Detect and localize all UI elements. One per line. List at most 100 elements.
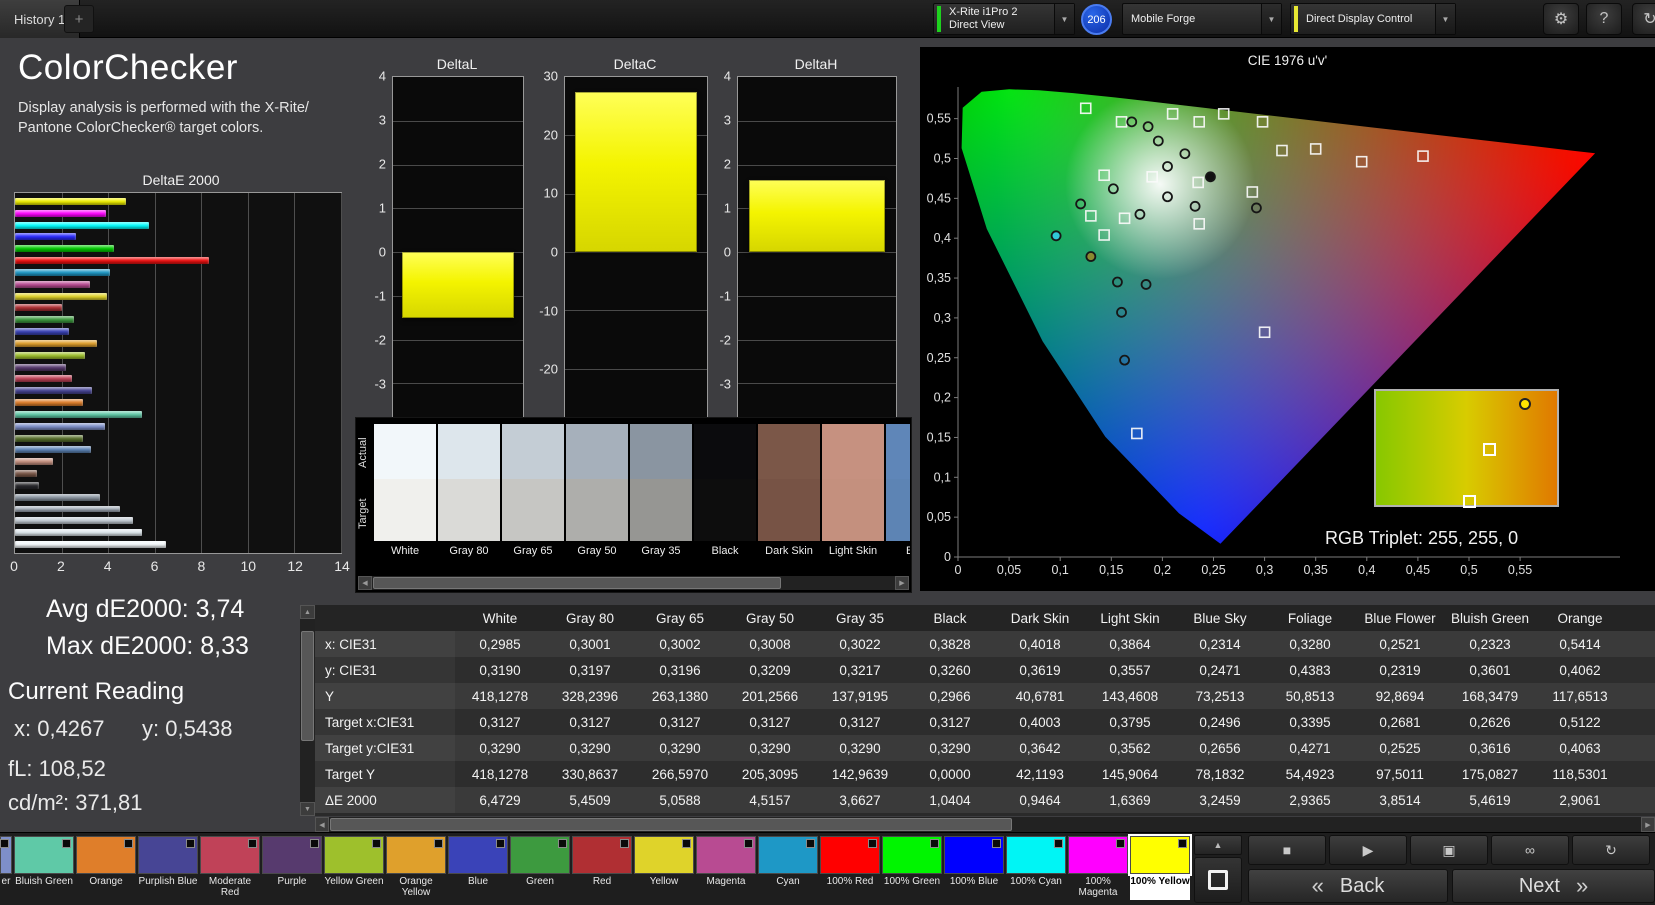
scroll-down-icon[interactable]: ▼ — [300, 802, 315, 816]
loop-button[interactable]: ↻ — [1572, 835, 1650, 865]
patch-cyan[interactable]: Cyan — [758, 836, 818, 904]
patch-100-blue[interactable]: 100% Blue — [944, 836, 1004, 904]
patch-scroll-up-button[interactable]: ▲ — [1194, 835, 1242, 855]
patch-color-block[interactable] — [572, 836, 632, 874]
scroll-left-icon[interactable]: ◀ — [358, 576, 372, 590]
patch-color-block[interactable] — [882, 836, 942, 874]
scroll-right-icon[interactable]: ▶ — [895, 576, 909, 590]
help-button[interactable]: ? — [1586, 3, 1622, 35]
scroll-right-icon[interactable]: ▶ — [1641, 817, 1655, 832]
display-control-selector[interactable]: Direct Display Control ▼ — [1290, 3, 1456, 35]
patch-checkbox[interactable] — [1116, 839, 1125, 848]
patch-color-block[interactable] — [944, 836, 1004, 874]
patch-color-block[interactable] — [14, 836, 74, 874]
patch-magenta[interactable]: Magenta — [696, 836, 756, 904]
swatch-gray-65[interactable]: Gray 65 — [502, 424, 564, 562]
patch-100-yellow[interactable]: 100% Yellow — [1128, 834, 1192, 904]
patch-color-block[interactable] — [696, 836, 756, 874]
patch-color-block[interactable] — [820, 836, 880, 874]
patch-color-block[interactable] — [1006, 836, 1066, 874]
patch-yellow[interactable]: Yellow — [634, 836, 694, 904]
patch-color-block[interactable] — [1128, 834, 1192, 876]
meter-selector[interactable]: X-Rite i1Pro 2 Direct View ▼ — [933, 3, 1075, 35]
session-button[interactable]: ↻ — [1632, 3, 1655, 35]
stop-button[interactable]: ■ — [1248, 835, 1326, 865]
measurement-counter-badge[interactable]: 206 — [1081, 4, 1112, 35]
patch-checkbox[interactable] — [496, 839, 505, 848]
table-vertical-scrollbar[interactable]: ▲ ▼ — [300, 605, 315, 816]
patch-checkbox[interactable] — [62, 839, 71, 848]
patch-color-block[interactable] — [200, 836, 260, 874]
swatch-dark-skin[interactable]: Dark Skin — [758, 424, 820, 562]
patch-checkbox[interactable] — [992, 839, 1001, 848]
source-selector[interactable]: Mobile Forge ▼ — [1122, 3, 1282, 35]
patch-color-block[interactable] — [262, 836, 322, 874]
patch-checkbox[interactable] — [124, 839, 133, 848]
patch-checkbox[interactable] — [248, 839, 257, 848]
patch-color-block[interactable] — [138, 836, 198, 874]
patch-color-block[interactable] — [0, 836, 12, 874]
patch-color-block[interactable] — [1068, 836, 1128, 874]
patch-checkbox[interactable] — [620, 839, 629, 848]
read-single-button[interactable]: ▣ — [1410, 835, 1488, 865]
patch-checkbox[interactable] — [930, 839, 939, 848]
back-button[interactable]: « Back — [1248, 869, 1448, 903]
patch-checkbox[interactable] — [682, 839, 691, 848]
patch-checkbox[interactable] — [558, 839, 567, 848]
patch-100-magenta[interactable]: 100% Magenta — [1068, 836, 1128, 904]
patch-green[interactable]: Green — [510, 836, 570, 904]
swatch-white[interactable]: White — [374, 424, 436, 562]
swatch-light-skin[interactable]: Light Skin — [822, 424, 884, 562]
patch-color-block[interactable] — [324, 836, 384, 874]
patch-checkbox[interactable] — [372, 839, 381, 848]
patch-bluish-green[interactable]: Bluish Green — [14, 836, 74, 904]
swatch-blue[interactable]: Blue — [886, 424, 910, 562]
scroll-left-icon[interactable]: ◀ — [315, 817, 329, 832]
patch-orange-yellow[interactable]: Orange Yellow — [386, 836, 446, 904]
patch-yellow-green[interactable]: Yellow Green — [324, 836, 384, 904]
patch-checkbox[interactable] — [806, 839, 815, 848]
patch-color-block[interactable] — [448, 836, 508, 874]
patch-100-red[interactable]: 100% Red — [820, 836, 880, 904]
table-horizontal-scrollbar[interactable]: ◀ ▶ — [315, 817, 1655, 832]
cie-diagram[interactable]: 00 0,05 0,05 0,1 0,1 0,15 0,15 0,2 0,2 0,25 0,25 0,… — [920, 47, 1655, 591]
patch-checkbox[interactable] — [0, 839, 9, 848]
swatch-gray-50[interactable]: Gray 50 — [566, 424, 628, 562]
patch-checkbox[interactable] — [744, 839, 753, 848]
patch-checkbox[interactable] — [1054, 839, 1063, 848]
scroll-up-icon[interactable]: ▲ — [300, 605, 315, 619]
patch-color-block[interactable] — [758, 836, 818, 874]
patch-color-block[interactable] — [386, 836, 446, 874]
scrollbar-thumb[interactable] — [330, 818, 1013, 831]
patch-checkbox[interactable] — [186, 839, 195, 848]
patch-purple[interactable]: Purple — [262, 836, 322, 904]
patch-blue[interactable]: Blue — [448, 836, 508, 904]
patch-window-button[interactable] — [1194, 857, 1242, 903]
patch-checkbox[interactable] — [310, 839, 319, 848]
patch-color-block[interactable] — [76, 836, 136, 874]
swatch-black[interactable]: Black — [694, 424, 756, 562]
settings-button[interactable]: ⚙ — [1543, 3, 1579, 35]
patch-orange[interactable]: Orange — [76, 836, 136, 904]
patch-purplish-blue[interactable]: Purplish Blue — [138, 836, 198, 904]
play-button[interactable]: ▶ — [1329, 835, 1407, 865]
swatch-gray-35[interactable]: Gray 35 — [630, 424, 692, 562]
patch-color-block[interactable] — [510, 836, 570, 874]
patch-checkbox[interactable] — [1178, 839, 1187, 848]
patch-color-block[interactable] — [634, 836, 694, 874]
next-button[interactable]: Next » — [1452, 869, 1655, 903]
patch-checkbox[interactable] — [868, 839, 877, 848]
read-continuous-button[interactable]: ∞ — [1491, 835, 1569, 865]
patch-red[interactable]: Red — [572, 836, 632, 904]
scrollbar-thumb[interactable] — [301, 631, 314, 741]
swatch-gray-80[interactable]: Gray 80 — [438, 424, 500, 562]
swatch-strip-scrollbar[interactable]: ◀ ▶ — [358, 576, 909, 590]
patch-100-green[interactable]: 100% Green — [882, 836, 942, 904]
patch-100-cyan[interactable]: 100% Cyan — [1006, 836, 1066, 904]
patch-er[interactable]: er — [0, 836, 12, 904]
patch-moderate-red[interactable]: Moderate Red — [200, 836, 260, 904]
add-tab-button[interactable]: + — [64, 5, 94, 33]
patch-checkbox[interactable] — [434, 839, 443, 848]
cie-zoom-inset[interactable] — [1374, 389, 1559, 508]
scrollbar-thumb[interactable] — [373, 577, 781, 589]
